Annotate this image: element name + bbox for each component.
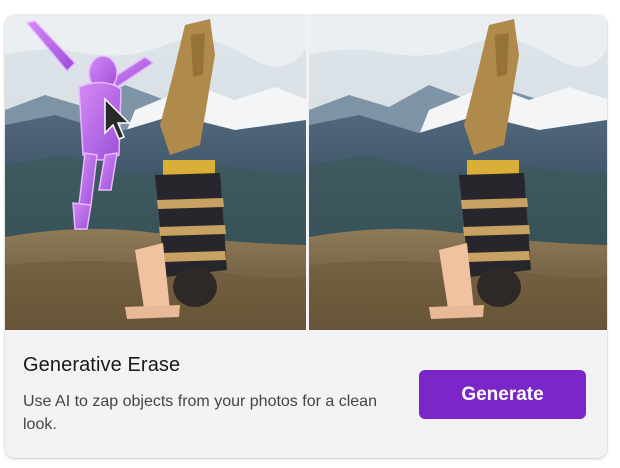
- generate-button[interactable]: Generate: [419, 370, 586, 419]
- preview-images: [5, 15, 607, 330]
- card-text: Generative Erase Use AI to zap objects f…: [23, 352, 383, 436]
- before-image: [5, 15, 306, 330]
- card-title: Generative Erase: [23, 354, 181, 376]
- generative-erase-card: Generative Erase Use AI to zap objects f…: [5, 15, 607, 458]
- card-description: Use AI to zap objects from your photos f…: [23, 393, 377, 433]
- after-image: [309, 15, 607, 330]
